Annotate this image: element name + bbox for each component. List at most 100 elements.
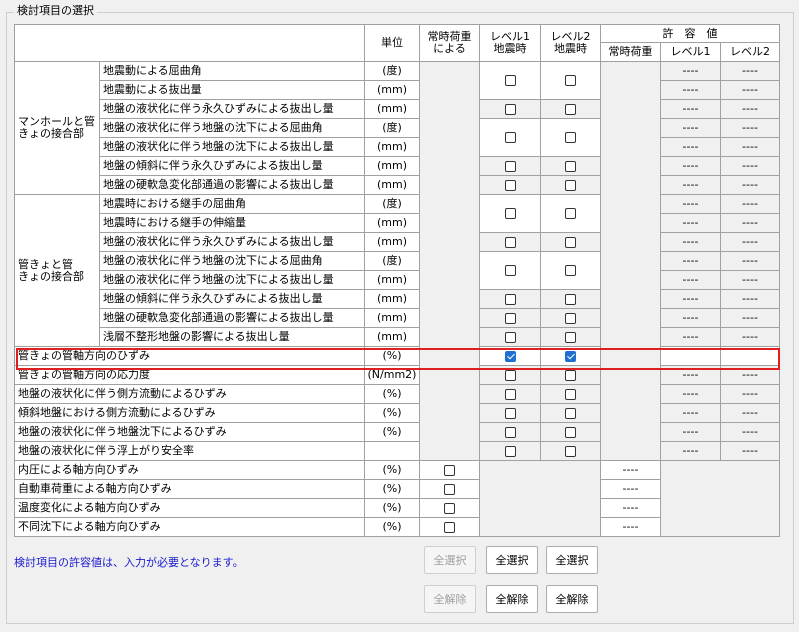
row-22-jouji[interactable] — [420, 461, 480, 480]
row-20-level1[interactable] — [480, 423, 541, 442]
row-23-allow-jouji[interactable]: ---- — [601, 480, 661, 499]
row-21-level2[interactable] — [541, 442, 601, 461]
row-11-level2-checkbox[interactable] — [565, 265, 576, 276]
row-25-jouji-checkbox[interactable] — [444, 521, 455, 533]
row-2-allow-level2[interactable]: ---- — [721, 81, 780, 100]
row-19-allow-level1[interactable]: ---- — [661, 404, 721, 423]
row-4-level1[interactable] — [480, 119, 541, 157]
row-13-level2-checkbox[interactable] — [565, 293, 576, 305]
row-19-level1[interactable] — [480, 404, 541, 423]
row-18-level1-checkbox[interactable] — [504, 388, 516, 400]
row-14-level1-checkbox[interactable] — [504, 312, 516, 324]
row-20-allow-level1[interactable]: ---- — [661, 423, 721, 442]
row-8-level2-checkbox[interactable] — [565, 208, 576, 219]
row-10-allow-level1[interactable]: ---- — [661, 233, 721, 252]
row-21-level2-checkbox[interactable] — [565, 445, 576, 457]
row-17-allow-level1[interactable]: ---- — [661, 366, 721, 385]
row-3-level1[interactable] — [480, 100, 541, 119]
row-13-level1[interactable] — [480, 290, 541, 309]
row-6-level1[interactable] — [480, 157, 541, 176]
row-8-allow-level1[interactable]: ---- — [661, 195, 721, 214]
row-10-level1-checkbox[interactable] — [504, 236, 516, 248]
row-21-allow-level1[interactable]: ---- — [661, 442, 721, 461]
row-20-level1-checkbox[interactable] — [504, 426, 516, 438]
clear-all-level2-button[interactable]: 全解除 — [546, 585, 598, 613]
row-7-level2-checkbox[interactable] — [565, 179, 576, 191]
row-16-allow-level1[interactable] — [661, 347, 721, 366]
row-6-allow-level1[interactable]: ---- — [661, 157, 721, 176]
row-19-level2[interactable] — [541, 404, 601, 423]
row-15-level1[interactable] — [480, 328, 541, 347]
row-16-level1[interactable] — [480, 347, 541, 366]
row-15-level2-checkbox[interactable] — [565, 331, 576, 343]
select-all-level1-button[interactable]: 全選択 — [486, 546, 538, 574]
row-10-level2[interactable] — [541, 233, 601, 252]
row-9-allow-level2[interactable]: ---- — [721, 214, 780, 233]
row-25-jouji[interactable] — [420, 518, 480, 537]
row-16-level2[interactable] — [541, 347, 601, 366]
row-18-level2-checkbox[interactable] — [565, 388, 576, 400]
row-4-allow-level2[interactable]: ---- — [721, 119, 780, 138]
row-18-allow-level1[interactable]: ---- — [661, 385, 721, 404]
row-18-allow-level2[interactable]: ---- — [721, 385, 780, 404]
row-13-level1-checkbox[interactable] — [504, 293, 516, 305]
row-19-level2-checkbox[interactable] — [565, 407, 576, 419]
select-all-level2-button[interactable]: 全選択 — [546, 546, 598, 574]
row-22-allow-jouji[interactable]: ---- — [601, 461, 661, 480]
row-12-allow-level2[interactable]: ---- — [721, 271, 780, 290]
row-10-level1[interactable] — [480, 233, 541, 252]
row-20-level2[interactable] — [541, 423, 601, 442]
row-15-level2[interactable] — [541, 328, 601, 347]
row-17-level2[interactable] — [541, 366, 601, 385]
row-16-level1-checkbox[interactable] — [504, 350, 516, 362]
row-16-allow-level2[interactable] — [721, 347, 780, 366]
select-all-jouji-button[interactable]: 全選択 — [424, 546, 476, 574]
row-3-allow-level2[interactable]: ---- — [721, 100, 780, 119]
row-6-level1-checkbox[interactable] — [504, 160, 516, 172]
row-9-allow-level1[interactable]: ---- — [661, 214, 721, 233]
row-14-level1[interactable] — [480, 309, 541, 328]
clear-all-level1-button[interactable]: 全解除 — [486, 585, 538, 613]
clear-all-jouji-button[interactable]: 全解除 — [424, 585, 476, 613]
row-7-allow-level1[interactable]: ---- — [661, 176, 721, 195]
row-1-level1[interactable] — [480, 62, 541, 100]
row-20-allow-level2[interactable]: ---- — [721, 423, 780, 442]
row-1-allow-level2[interactable]: ---- — [721, 62, 780, 81]
row-15-allow-level1[interactable]: ---- — [661, 328, 721, 347]
row-3-allow-level1[interactable]: ---- — [661, 100, 721, 119]
row-17-level1-checkbox[interactable] — [504, 369, 516, 381]
row-3-level2[interactable] — [541, 100, 601, 119]
row-11-level1[interactable] — [480, 252, 541, 290]
row-8-level1[interactable] — [480, 195, 541, 233]
row-15-level1-checkbox[interactable] — [504, 331, 516, 343]
row-5-allow-level2[interactable]: ---- — [721, 138, 780, 157]
row-14-level2-checkbox[interactable] — [565, 312, 576, 324]
row-11-allow-level1[interactable]: ---- — [661, 252, 721, 271]
row-4-level2[interactable] — [541, 119, 601, 157]
row-1-level2[interactable] — [541, 62, 601, 100]
row-4-level1-checkbox[interactable] — [504, 132, 516, 143]
row-8-allow-level2[interactable]: ---- — [721, 195, 780, 214]
row-17-level1[interactable] — [480, 366, 541, 385]
row-3-level1-checkbox[interactable] — [504, 103, 516, 115]
row-3-level2-checkbox[interactable] — [565, 103, 576, 115]
row-1-allow-level1[interactable]: ---- — [661, 62, 721, 81]
row-23-jouji[interactable] — [420, 480, 480, 499]
row-14-level2[interactable] — [541, 309, 601, 328]
row-8-level2[interactable] — [541, 195, 601, 233]
row-10-level2-checkbox[interactable] — [565, 236, 576, 248]
row-4-allow-level1[interactable]: ---- — [661, 119, 721, 138]
row-8-level1-checkbox[interactable] — [504, 208, 516, 219]
row-14-allow-level2[interactable]: ---- — [721, 309, 780, 328]
row-17-level2-checkbox[interactable] — [565, 369, 576, 381]
row-21-level1-checkbox[interactable] — [504, 445, 516, 457]
row-24-jouji-checkbox[interactable] — [444, 502, 455, 514]
row-6-level2[interactable] — [541, 157, 601, 176]
row-14-allow-level1[interactable]: ---- — [661, 309, 721, 328]
row-1-level2-checkbox[interactable] — [565, 75, 576, 86]
row-13-allow-level1[interactable]: ---- — [661, 290, 721, 309]
row-7-level2[interactable] — [541, 176, 601, 195]
row-18-level2[interactable] — [541, 385, 601, 404]
row-2-allow-level1[interactable]: ---- — [661, 81, 721, 100]
row-13-allow-level2[interactable]: ---- — [721, 290, 780, 309]
